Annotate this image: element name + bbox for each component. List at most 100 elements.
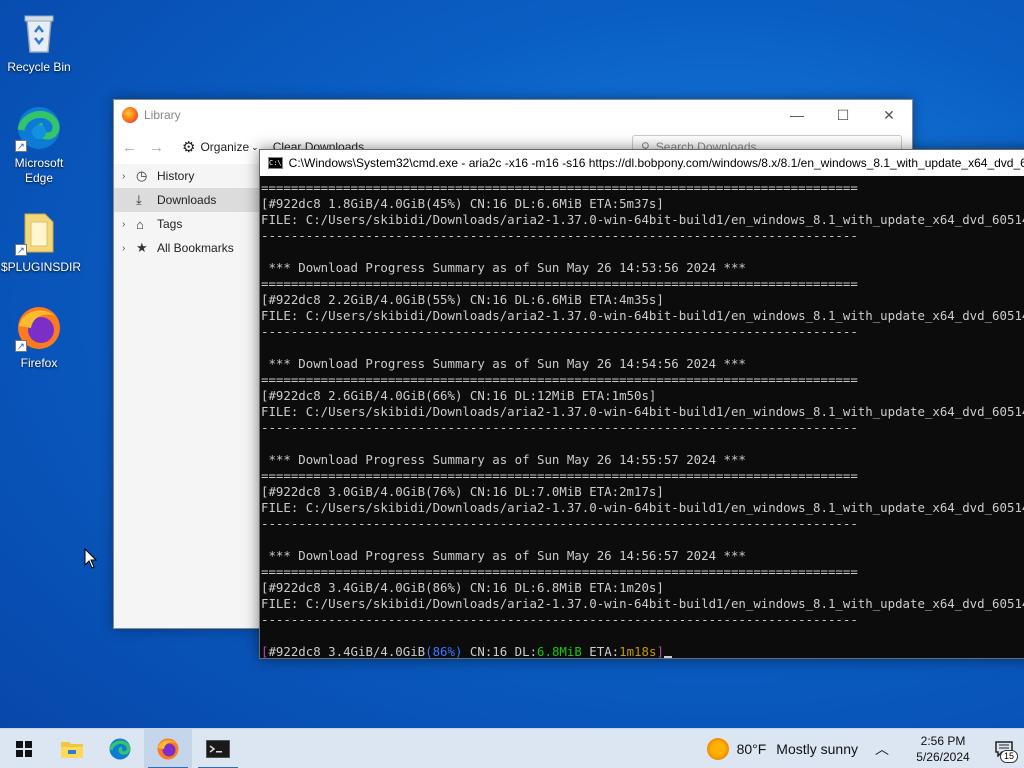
weather-widget[interactable]: 80°F Mostly sunny	[706, 737, 858, 760]
status-dl: 6.8MiB	[537, 644, 582, 659]
console-line: FILE: C:/Users/skibidi/Downloads/aria2-1…	[261, 500, 1024, 515]
desktop-icon-label: $PLUGINSDIR	[1, 260, 82, 274]
download-icon: ⤓	[136, 192, 142, 207]
firefox-icon	[122, 107, 138, 123]
back-arrow-icon[interactable]: ←	[122, 139, 137, 156]
console-line: *** Download Progress Summary as of Sun …	[261, 548, 746, 563]
console-line: FILE: C:/Users/skibidi/Downloads/aria2-1…	[261, 404, 1024, 419]
cmd-icon	[206, 739, 230, 758]
firefox-icon	[157, 738, 179, 759]
organize-button[interactable]: ⚙ Organize ⌄	[182, 138, 259, 156]
desktop-icon-label: Firefox	[20, 356, 58, 370]
weather-temp: 80°F	[736, 740, 767, 757]
text-cursor	[663, 656, 672, 658]
console-line: ========================================…	[261, 180, 858, 195]
library-titlebar[interactable]: Library — ☐ ✕	[114, 100, 912, 130]
sidebar-item-history[interactable]: › ◷ History	[114, 164, 259, 188]
folder-icon: ↗	[15, 208, 63, 256]
desktop-icon-pluginsdir[interactable]: ↗ $PLUGINSDIR	[1, 208, 82, 275]
sidebar-item-label: Tags	[157, 217, 183, 231]
cmd-icon: C:\	[268, 157, 283, 169]
sidebar-item-label: All Bookmarks	[157, 241, 234, 255]
shortcut-arrow-icon: ↗	[15, 340, 27, 352]
tag-icon: ⌂	[136, 216, 144, 232]
console-line: ========================================…	[261, 276, 858, 291]
start-icon	[16, 740, 32, 757]
console-line: FILE: C:/Users/skibidi/Downloads/aria2-1…	[261, 596, 1024, 611]
status-pct: (86%)	[425, 644, 463, 659]
sun-icon	[706, 737, 729, 760]
console-line: *** Download Progress Summary as of Sun …	[261, 452, 746, 467]
edge-icon	[109, 738, 131, 759]
console-line: [#922dc8 1.8GiB/4.0GiB(45%) CN:16 DL:6.6…	[261, 196, 664, 211]
console-line: ----------------------------------------…	[261, 612, 858, 627]
close-button[interactable]: ✕	[866, 100, 912, 130]
clock-time: 2:56 PM	[920, 733, 966, 748]
console-line: [#922dc8 3.4GiB/4.0GiB(86%) CN:16 DL:6.8…	[261, 580, 664, 595]
expand-chevron-icon[interactable]: ›	[122, 243, 136, 254]
expand-chevron-icon[interactable]: ›	[122, 171, 136, 182]
console-line: ----------------------------------------…	[261, 324, 858, 339]
sidebar-item-downloads[interactable]: ⤓ Downloads	[114, 188, 259, 212]
edge-icon: ↗	[15, 104, 63, 152]
recycle-bin-icon	[15, 8, 63, 56]
notification-center-button[interactable]: 15	[984, 729, 1024, 768]
console-line: [#922dc8 2.6GiB/4.0GiB(66%) CN:16 DL:12M…	[261, 388, 657, 403]
sidebar-item-label: History	[157, 169, 195, 183]
show-hidden-icons-button[interactable]: ︿	[872, 739, 892, 759]
console-line: [#922dc8 2.2GiB/4.0GiB(55%) CN:16 DL:6.6…	[261, 292, 664, 307]
minimize-button[interactable]: —	[774, 100, 820, 130]
desktop-icon-label: Microsoft Edge	[14, 156, 64, 185]
shortcut-arrow-icon: ↗	[15, 244, 27, 256]
desktop-icon-label: Recycle Bin	[7, 60, 71, 74]
console-line: ----------------------------------------…	[261, 420, 858, 435]
library-sidebar: › ◷ History ⤓ Downloads › ⌂ Tags › ★ All…	[114, 164, 260, 628]
cmd-titlebar[interactable]: C:\ C:\Windows\System32\cmd.exe - aria2c…	[260, 150, 1024, 176]
desktop-icon-firefox[interactable]: ↗ Firefox	[1, 304, 77, 371]
sidebar-item-all-bookmarks[interactable]: › ★ All Bookmarks	[114, 236, 259, 260]
star-icon: ★	[136, 240, 148, 255]
organize-label: Organize	[200, 140, 250, 154]
library-title: Library	[144, 108, 181, 122]
status-eta-label: ETA:	[581, 644, 620, 659]
taskbar-edge[interactable]	[96, 729, 144, 768]
console-line: FILE: C:/Users/skibidi/Downloads/aria2-1…	[261, 212, 1024, 227]
forward-arrow-icon[interactable]: →	[149, 139, 164, 156]
chevron-down-icon: ⌄	[251, 141, 259, 152]
sidebar-item-tags[interactable]: › ⌂ Tags	[114, 212, 259, 236]
sidebar-item-label: Downloads	[157, 193, 217, 207]
start-button[interactable]	[0, 729, 48, 768]
console-line: *** Download Progress Summary as of Sun …	[261, 356, 746, 371]
console-output[interactable]: ========================================…	[260, 176, 1024, 660]
clock-icon: ◷	[136, 168, 148, 183]
status-eta: 1m18s	[619, 644, 657, 659]
clock-date: 5/26/2024	[916, 749, 970, 764]
maximize-button[interactable]: ☐	[820, 100, 866, 130]
file-explorer-icon	[61, 741, 83, 758]
console-line: ========================================…	[261, 372, 858, 387]
cmd-window[interactable]: C:\ C:\Windows\System32\cmd.exe - aria2c…	[259, 149, 1024, 659]
console-line: ----------------------------------------…	[261, 516, 858, 531]
status-cn: CN:16 DL:	[462, 644, 538, 659]
expand-chevron-icon[interactable]: ›	[122, 219, 136, 230]
desktop-icon-edge[interactable]: ↗ Microsoft Edge	[1, 104, 77, 186]
taskbar-clock[interactable]: 2:56 PM 5/26/2024	[908, 733, 978, 765]
taskbar-firefox[interactable]	[144, 728, 192, 768]
taskbar-cmd[interactable]	[194, 729, 242, 768]
firefox-icon: ↗	[15, 304, 63, 352]
status-close: ]	[656, 644, 664, 659]
console-line: [#922dc8 3.0GiB/4.0GiB(76%) CN:16 DL:7.0…	[261, 484, 664, 499]
console-line: FILE: C:/Users/skibidi/Downloads/aria2-1…	[261, 308, 1024, 323]
taskbar: 80°F Mostly sunny ︿ 2:56 PM 5/26/2024 15	[0, 728, 1024, 768]
console-line: ----------------------------------------…	[261, 228, 858, 243]
taskbar-file-explorer[interactable]	[48, 729, 96, 768]
shortcut-arrow-icon: ↗	[15, 140, 27, 152]
desktop-icon-recycle-bin[interactable]: Recycle Bin	[1, 8, 77, 75]
notification-count-badge: 15	[999, 749, 1018, 763]
status-gid: #922dc8 3.4GiB/4.0GiB	[268, 644, 426, 659]
weather-desc: Mostly sunny	[776, 740, 858, 757]
